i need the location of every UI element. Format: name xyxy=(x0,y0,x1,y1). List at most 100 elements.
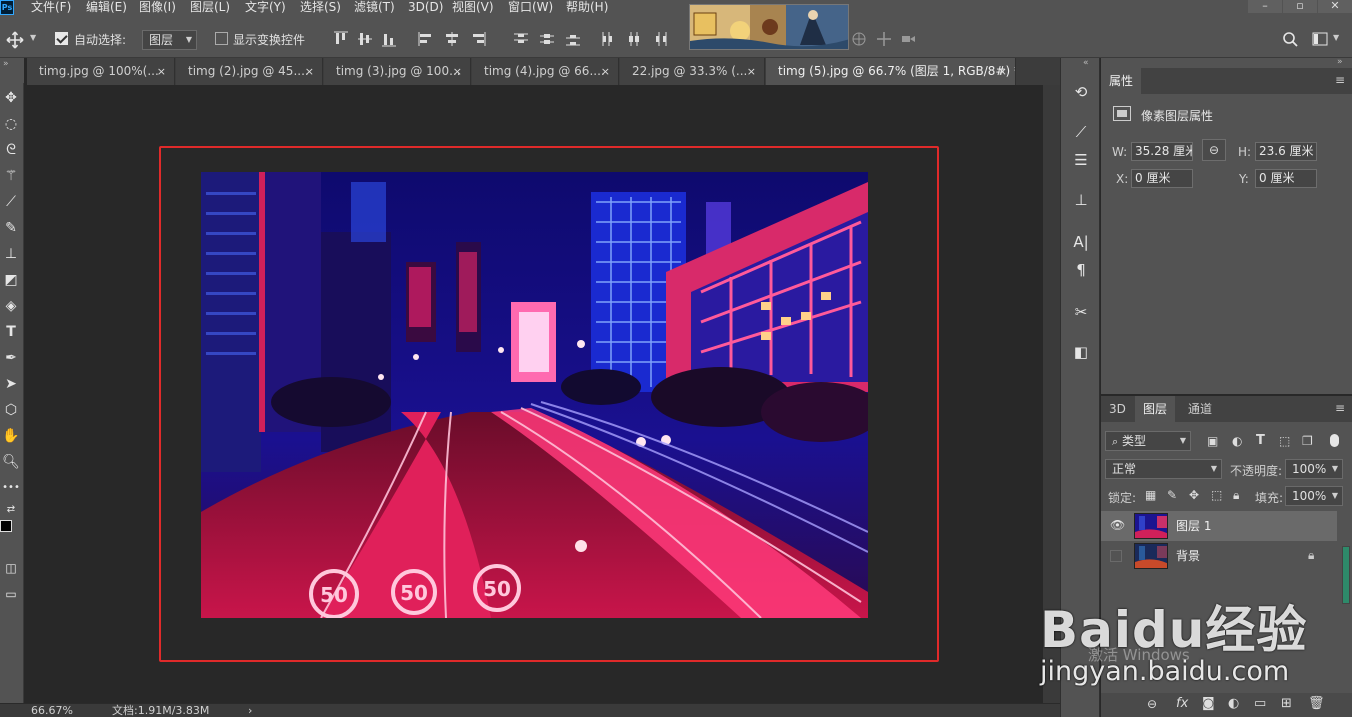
3d-camera-icon[interactable] xyxy=(900,31,916,47)
search-icon[interactable] xyxy=(1282,31,1298,47)
y-field[interactable]: 0 厘米 xyxy=(1255,169,1317,188)
zoom-level[interactable]: 66.67% xyxy=(31,704,73,717)
layer-row[interactable]: 👁︎ 图层 1 xyxy=(1101,511,1337,541)
eraser-icon[interactable]: ◩ xyxy=(0,269,22,291)
fill-field[interactable]: 100% ▼ xyxy=(1285,486,1343,506)
height-field[interactable]: 23.6 厘米 xyxy=(1255,142,1317,161)
show-transform-checkbox[interactable] xyxy=(215,32,228,45)
history-icon[interactable]: ⟲ xyxy=(1071,82,1091,102)
magic-wand-icon[interactable]: ⚚ xyxy=(0,165,22,187)
minimize-icon[interactable]: – xyxy=(1248,0,1282,13)
lock-transparency-icon[interactable]: ▦ xyxy=(1145,488,1156,502)
shape-icon[interactable]: ⬡ xyxy=(0,399,22,421)
layer-filter-dropdown[interactable]: ⌕ 类型 ▼ xyxy=(1105,431,1191,451)
lock-all-icon[interactable]: 🔒︎ xyxy=(1233,488,1239,503)
foreground-color-swatch[interactable] xyxy=(0,520,12,532)
lock-position-icon[interactable]: ✥ xyxy=(1189,488,1199,502)
tab-timg[interactable]: timg.jpg @ 100%(... × xyxy=(27,58,175,85)
workspace-icon[interactable] xyxy=(1312,31,1328,47)
hand-icon[interactable]: ✋ xyxy=(0,425,22,447)
blend-mode-dropdown[interactable]: 正常 ▼ xyxy=(1105,459,1222,479)
filter-type-icon[interactable]: T xyxy=(1256,433,1265,448)
distribute-hcenter-icon[interactable] xyxy=(626,31,642,47)
menu-view[interactable]: 视图(V) xyxy=(452,0,494,17)
distribute-right-icon[interactable] xyxy=(652,31,668,47)
panel-menu-icon[interactable]: ≡ xyxy=(1335,73,1345,87)
lock-icon[interactable]: 🔒︎ xyxy=(1308,548,1314,563)
filter-toggle-icon[interactable] xyxy=(1330,434,1339,447)
visibility-eye-icon[interactable]: 👁︎ xyxy=(1110,518,1125,532)
move-tool-icon[interactable] xyxy=(6,31,24,49)
quick-mask-icon[interactable]: ◫ xyxy=(0,557,22,579)
distribute-bottom-icon[interactable] xyxy=(565,31,581,47)
fx-icon[interactable]: fx xyxy=(1176,696,1188,711)
new-layer-icon[interactable]: ⊞ xyxy=(1281,696,1292,711)
menu-image[interactable]: 图像(I) xyxy=(139,0,176,17)
close-tab-icon[interactable]: × xyxy=(453,58,462,85)
collapse-panel-icon[interactable]: » xyxy=(1337,57,1343,67)
3d-pan-icon[interactable] xyxy=(876,31,892,47)
3d-orbit-icon[interactable] xyxy=(851,31,867,47)
adjustment-layer-icon[interactable]: ◐ xyxy=(1228,696,1239,711)
distribute-vcenter-icon[interactable] xyxy=(539,31,555,47)
tab-properties[interactable]: 属性 xyxy=(1101,68,1142,94)
lock-artboard-icon[interactable]: ⬚ xyxy=(1211,488,1222,502)
move-icon[interactable]: ✥ xyxy=(0,87,22,109)
auto-select-checkbox[interactable] xyxy=(55,32,68,45)
path-select-icon[interactable]: ➤ xyxy=(0,373,22,395)
close-icon[interactable]: ✕ xyxy=(1318,0,1352,13)
filter-smart-object-icon[interactable]: ❐ xyxy=(1302,434,1313,448)
paragraph-icon[interactable]: ¶ xyxy=(1071,260,1091,280)
delete-layer-icon[interactable]: 🗑︎ xyxy=(1308,696,1325,711)
tab-3d[interactable]: 3D xyxy=(1101,396,1134,422)
tool-preset-chevron-down-icon[interactable]: ▼ xyxy=(30,33,36,42)
menu-3d[interactable]: 3D(D) xyxy=(408,0,443,17)
workspace-chevron-down-icon[interactable]: ▼ xyxy=(1333,33,1339,42)
eyedropper-icon[interactable]: ⟋ xyxy=(0,191,22,213)
menu-window[interactable]: 窗口(W) xyxy=(508,0,553,17)
stamp-icon[interactable]: ⊥ xyxy=(0,243,22,265)
align-vcenter-icon[interactable] xyxy=(357,31,373,47)
expand-panels-icon[interactable]: « xyxy=(1083,58,1089,68)
align-hcenter-icon[interactable] xyxy=(444,31,460,47)
type-icon[interactable]: T xyxy=(0,321,22,343)
tab-timg-2[interactable]: timg (2).jpg @ 45.... × xyxy=(176,58,323,85)
character-icon[interactable]: A| xyxy=(1071,232,1091,252)
close-tab-icon[interactable]: × xyxy=(157,58,166,85)
x-field[interactable]: 0 厘米 xyxy=(1131,169,1193,188)
menu-edit[interactable]: 编辑(E) xyxy=(86,0,127,17)
align-right-icon[interactable] xyxy=(470,31,486,47)
more-tools-icon[interactable]: ••• xyxy=(0,477,22,499)
marquee-icon[interactable]: ◌ xyxy=(0,113,22,135)
menu-select[interactable]: 选择(S) xyxy=(300,0,341,17)
menu-type[interactable]: 文字(Y) xyxy=(245,0,286,17)
zoom-icon[interactable]: 🔍︎ xyxy=(0,451,22,473)
screen-mode-icon[interactable]: ▭ xyxy=(0,583,22,605)
restore-icon[interactable]: ▫ xyxy=(1283,0,1317,13)
brush-settings-icon[interactable]: ⟋ xyxy=(1071,122,1091,142)
new-group-icon[interactable]: ▭ xyxy=(1254,696,1266,711)
brush-icon[interactable]: ✎ xyxy=(0,217,22,239)
tab-timg-5-active[interactable]: timg (5).jpg @ 66.7% (图层 1, RGB/8#) * × xyxy=(766,58,1016,85)
distribute-left-icon[interactable] xyxy=(600,31,616,47)
menu-layer[interactable]: 图层(L) xyxy=(190,0,230,17)
swap-colors-icon[interactable]: ⇄ xyxy=(0,499,22,521)
libraries-icon[interactable]: ◧ xyxy=(1071,342,1091,362)
clone-source-icon[interactable]: ⊥ xyxy=(1071,190,1091,210)
tab-timg-4[interactable]: timg (4).jpg @ 66.... × xyxy=(472,58,619,85)
tab-channels[interactable]: 通道 xyxy=(1180,396,1220,422)
tab-timg-3[interactable]: timg (3).jpg @ 100... × xyxy=(324,58,471,85)
adjustments-icon[interactable]: ☰ xyxy=(1071,150,1091,170)
lasso-icon[interactable]: ᘓ xyxy=(0,139,22,161)
close-tab-icon[interactable]: × xyxy=(998,58,1007,85)
layers-scrollbar[interactable] xyxy=(1342,546,1350,604)
collapse-toolbar-icon[interactable]: » xyxy=(3,59,9,69)
panel-menu-icon[interactable]: ≡ xyxy=(1335,401,1345,415)
link-dimensions-icon[interactable]: ⊖ xyxy=(1202,139,1226,161)
pen-icon[interactable]: ✒ xyxy=(0,347,22,369)
align-top-icon[interactable] xyxy=(333,31,349,47)
layer-row[interactable]: 背景 🔒︎ xyxy=(1101,541,1337,571)
filter-adjustment-icon[interactable]: ◐ xyxy=(1232,434,1242,448)
ad-banner[interactable] xyxy=(689,4,849,50)
link-layers-icon[interactable]: ⊖ xyxy=(1147,697,1157,711)
